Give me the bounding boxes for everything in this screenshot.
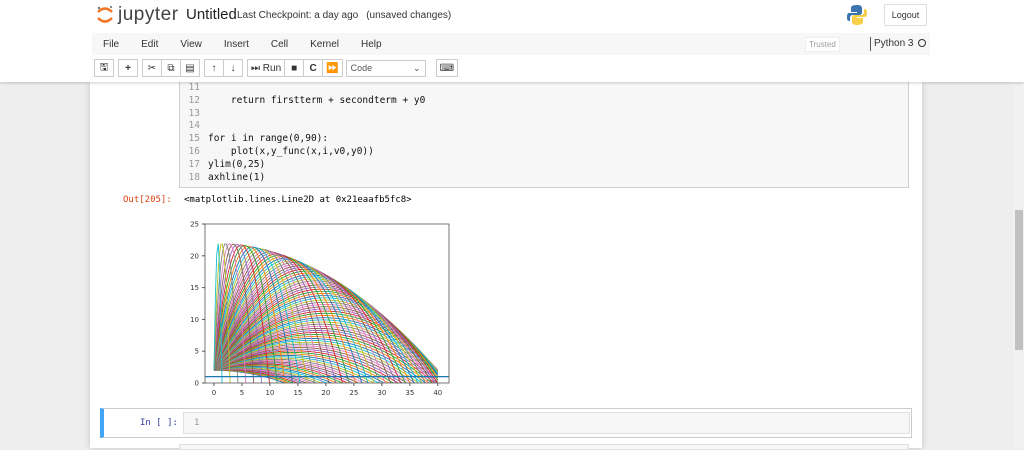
menu-edit[interactable]: Edit	[130, 39, 169, 50]
unsaved-text: (unsaved changes)	[366, 10, 452, 21]
restart-button[interactable]: C	[303, 59, 324, 77]
logout-button[interactable]: Logout	[884, 4, 927, 26]
fast-forward-icon: ⏩	[326, 62, 339, 74]
empty-code-cell[interactable]: In [ ]: 1	[100, 408, 912, 438]
line-number: 15	[188, 133, 200, 145]
notebook-container: 11 12 return firstterm + secondterm + y0…	[90, 82, 922, 450]
menu-help[interactable]: Help	[350, 39, 393, 50]
paste-button[interactable]: ▤	[180, 59, 200, 77]
series-group	[205, 243, 449, 383]
paste-icon: ▤	[185, 62, 195, 74]
x-tick-label: 40	[433, 389, 442, 397]
python-logo-icon	[847, 5, 867, 25]
arrow-down-icon: ↓	[230, 62, 236, 74]
line-number: 14	[188, 120, 200, 132]
restart-icon: C	[309, 62, 317, 74]
jupyter-logo-icon	[97, 6, 113, 23]
line-number: 11	[188, 82, 200, 93]
code-text: return firstterm + secondterm + y0	[208, 94, 426, 106]
scissors-icon: ✂	[147, 62, 157, 74]
x-tick-label: 30	[377, 389, 386, 397]
y-tick-label: 20	[190, 252, 199, 260]
menu-cell[interactable]: Cell	[260, 39, 299, 50]
y-tick-label: 10	[190, 316, 199, 324]
input-prompt: In [ ]:	[140, 418, 178, 428]
code-line: 15 for i in range(0,90):	[180, 133, 908, 146]
x-tick-label: 5	[240, 389, 244, 397]
code-line: 18 axhline(1)	[180, 172, 908, 185]
output-prompt: Out[205]:	[123, 195, 172, 205]
toolbar: 🖫 + ✂ ⧉ ▤ ↑ ↓ ⏭ Run ■ C ⏩ Code ⌄ ⌨	[94, 59, 459, 77]
next-cell-partial[interactable]	[179, 444, 909, 450]
logo-text: jupyter	[118, 4, 179, 25]
line-number: 17	[188, 158, 200, 170]
menu-kernel[interactable]: Kernel	[299, 39, 350, 50]
code-text: axhline(1)	[208, 171, 266, 183]
code-line: 12 return firstterm + secondterm + y0	[180, 95, 908, 108]
command-palette-button[interactable]: ⌨	[435, 59, 459, 77]
output-text: <matplotlib.lines.Line2D at 0x21eaafb5fc…	[184, 195, 412, 205]
plus-icon: +	[125, 62, 131, 74]
line-number: 1	[194, 418, 200, 428]
x-tick-label: 25	[349, 389, 358, 397]
move-down-button[interactable]: ↓	[223, 59, 243, 77]
line-number: 16	[188, 145, 200, 157]
code-line: 16 plot(x,y_func(x,i,v0,y0))	[180, 146, 908, 159]
keyboard-icon: ⌨	[439, 62, 455, 74]
copy-button[interactable]: ⧉	[161, 59, 181, 77]
chevron-down-icon: ⌄	[413, 62, 421, 73]
y-tick-label: 5	[195, 348, 199, 356]
cell-type-value: Code	[350, 63, 373, 73]
line-number: 13	[188, 107, 200, 119]
step-forward-icon: ⏭	[251, 62, 260, 74]
x-tick-label: 10	[265, 389, 274, 397]
line-number: 18	[188, 171, 200, 183]
code-line: 11	[180, 82, 908, 95]
y-tick-label: 25	[190, 221, 199, 229]
code-line: 14	[180, 120, 908, 133]
jupyter-logo[interactable]: jupyter	[96, 4, 179, 26]
scrollbar[interactable]	[1013, 82, 1024, 448]
code-text: ylim(0,25)	[208, 158, 266, 170]
x-tick-label: 15	[293, 389, 302, 397]
checkpoint-status: Last Checkpoint: a day ago (unsaved chang…	[237, 10, 451, 21]
menu-view[interactable]: View	[169, 39, 213, 50]
trusted-badge[interactable]: Trusted	[805, 37, 840, 52]
kernel-idle-icon	[918, 39, 927, 47]
code-cell-input[interactable]: 11 12 return firstterm + secondterm + y0…	[179, 82, 909, 188]
code-input[interactable]: 1	[183, 412, 910, 434]
checkpoint-text: Last Checkpoint: a day ago	[237, 10, 359, 21]
y-tick-label: 0	[195, 380, 199, 388]
code-line: 13	[180, 108, 908, 121]
menu-file[interactable]: File	[92, 39, 130, 50]
x-tick-label: 0	[212, 389, 216, 397]
line-number: 12	[188, 94, 200, 106]
run-button[interactable]: ⏭ Run	[247, 59, 286, 77]
copy-icon: ⧉	[167, 62, 175, 74]
kernel-status[interactable]: Python 3	[870, 37, 927, 51]
trajectory-plot: 0 5 10 15 20 25 30 35 40 0 5 10 15 20 25	[190, 221, 450, 397]
x-tick-label: 20	[321, 389, 330, 397]
notebook-title[interactable]: Untitled	[186, 6, 237, 23]
y-tick-label: 15	[190, 284, 199, 292]
code-text: plot(x,y_func(x,i,v0,y0))	[208, 145, 374, 157]
code-text: for i in range(0,90):	[208, 133, 329, 145]
save-button[interactable]: 🖫	[94, 59, 114, 77]
save-icon: 🖫	[99, 61, 109, 73]
interrupt-button[interactable]: ■	[284, 59, 305, 77]
cell-type-select[interactable]: Code ⌄	[345, 59, 426, 77]
insert-cell-button[interactable]: +	[118, 59, 138, 77]
run-label: Run	[262, 62, 282, 74]
kernel-name: Python 3	[874, 38, 914, 49]
header: jupyter Untitled Last Checkpoint: a day …	[0, 0, 1024, 82]
arrow-up-icon: ↑	[211, 62, 217, 74]
stop-icon: ■	[291, 62, 298, 74]
cut-button[interactable]: ✂	[142, 59, 162, 77]
restart-run-all-button[interactable]: ⏩	[322, 59, 343, 77]
scrollbar-thumb[interactable]	[1015, 210, 1023, 350]
move-up-button[interactable]: ↑	[204, 59, 224, 77]
code-line: 17 ylim(0,25)	[180, 159, 908, 172]
x-tick-label: 35	[405, 389, 414, 397]
menu-insert[interactable]: Insert	[213, 39, 260, 50]
